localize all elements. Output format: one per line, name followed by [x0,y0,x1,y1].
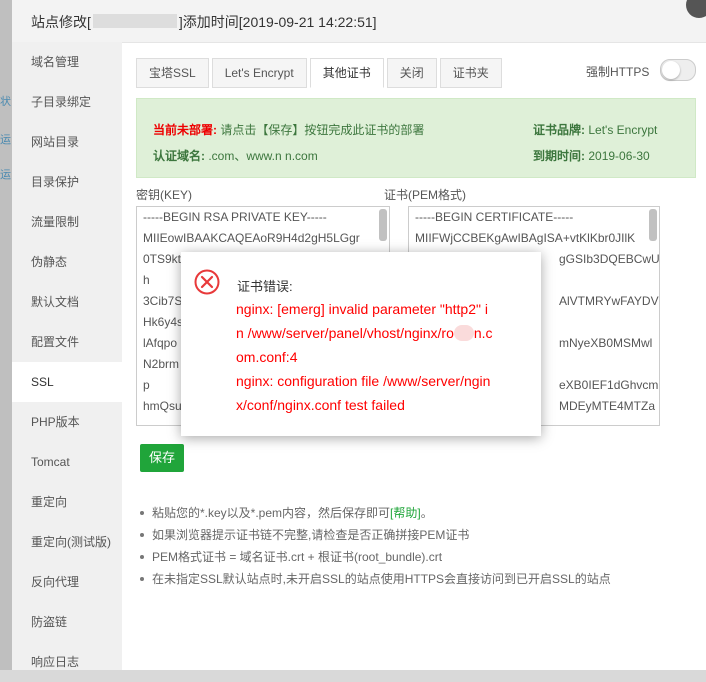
force-https-label: 强制HTTPS [586,65,650,79]
save-button[interactable]: 保存 [140,444,184,472]
tab-lets-encrypt[interactable]: Let's Encrypt [211,58,307,88]
sidebar-item-default-doc[interactable]: 默认文档 [12,282,122,322]
sidebar-item-reverse-proxy[interactable]: 反向代理 [12,562,122,602]
background-text: 状 [0,96,11,108]
toggle-knob [662,61,680,79]
tab-cert-folder[interactable]: 证书夹 [439,58,502,88]
sidebar-item-redirect[interactable]: 重定向 [12,482,122,522]
sidebar-item-dir-protect[interactable]: 目录保护 [12,162,122,202]
cert-label: 证书(PEM格式) [384,188,466,202]
dialog-title: 证书错误: [237,279,293,294]
tab-bt-ssl[interactable]: 宝塔SSL [136,58,209,88]
background-text: 运 [0,169,11,181]
force-https-toggle[interactable] [660,59,696,81]
cert-info-box: 当前未部署: 请点击【保存】按钮完成此证书的部署 认证域名: .com、www.… [136,98,696,178]
close-icon[interactable] [686,0,706,18]
sidebar-item-hotlink[interactable]: 防盗链 [12,602,122,642]
cert-expire: 到期时间: 2019-06-30 [533,149,650,163]
scrollbar[interactable] [649,209,657,241]
cert-error-dialog: 证书错误: nginx: [emerg] invalid parameter "… [181,252,541,436]
sidebar-item-domain[interactable]: 域名管理 [12,42,122,82]
cert-domain: 认证域名: .com、www.n n.com [153,149,318,163]
list-item: 粘贴您的*.key以及*.pem内容，然后保存即可[帮助]。 [136,502,696,524]
sidebar-item-config[interactable]: 配置文件 [12,322,122,362]
tab-other-cert[interactable]: 其他证书 [309,58,384,88]
dialog-title: 站点修改[]添加时间[2019-09-21 14:22:51] [31,14,377,30]
error-message: nginx: [emerg] invalid parameter "http2"… [236,301,493,413]
error-icon [194,269,220,295]
redacted-text [453,325,474,341]
sidebar-item-ssl[interactable]: SSL [12,362,122,402]
scrollbar[interactable] [379,209,387,241]
tab-close[interactable]: 关闭 [386,58,437,88]
tips-list: 粘贴您的*.key以及*.pem内容，然后保存即可[帮助]。 如果浏览器提示证书… [136,502,696,590]
sidebar-item-rewrite[interactable]: 伪静态 [12,242,122,282]
list-item: 在未指定SSL默认站点时,未开启SSL的站点使用HTTPS会直接访问到已开启SS… [136,568,696,590]
sidebar-item-redirect-beta[interactable]: 重定向(测试版) [12,522,122,562]
deploy-status: 当前未部署: 请点击【保存】按钮完成此证书的部署 [153,123,425,137]
sidebar-item-site-dir[interactable]: 网站目录 [12,122,122,162]
list-item: PEM格式证书 = 域名证书.crt + 根证书(root_bundle).cr… [136,546,696,568]
background-page-edge: 状 运 运 [0,0,12,670]
dialog-titlebar: 站点修改[]添加时间[2019-09-21 14:22:51] [12,0,706,43]
background-text: 运 [0,134,11,146]
redacted-site-name [92,14,177,28]
sidebar-item-tomcat[interactable]: Tomcat [12,442,122,482]
sidebar-item-traffic[interactable]: 流量限制 [12,202,122,242]
ssl-tabs: 宝塔SSL Let's Encrypt 其他证书 关闭 证书夹 [136,58,505,88]
settings-sidebar: 域名管理 子目录绑定 网站目录 目录保护 流量限制 伪静态 默认文档 配置文件 … [12,42,122,670]
cert-brand: 证书品牌: Let's Encrypt [533,123,658,137]
sidebar-item-subdir[interactable]: 子目录绑定 [12,82,122,122]
help-link[interactable]: [帮助] [390,506,421,520]
key-label: 密钥(KEY) [136,188,193,202]
sidebar-item-log[interactable]: 响应日志 [12,642,122,682]
sidebar-item-php[interactable]: PHP版本 [12,402,122,442]
list-item: 如果浏览器提示证书链不完整,请检查是否正确拼接PEM证书 [136,524,696,546]
